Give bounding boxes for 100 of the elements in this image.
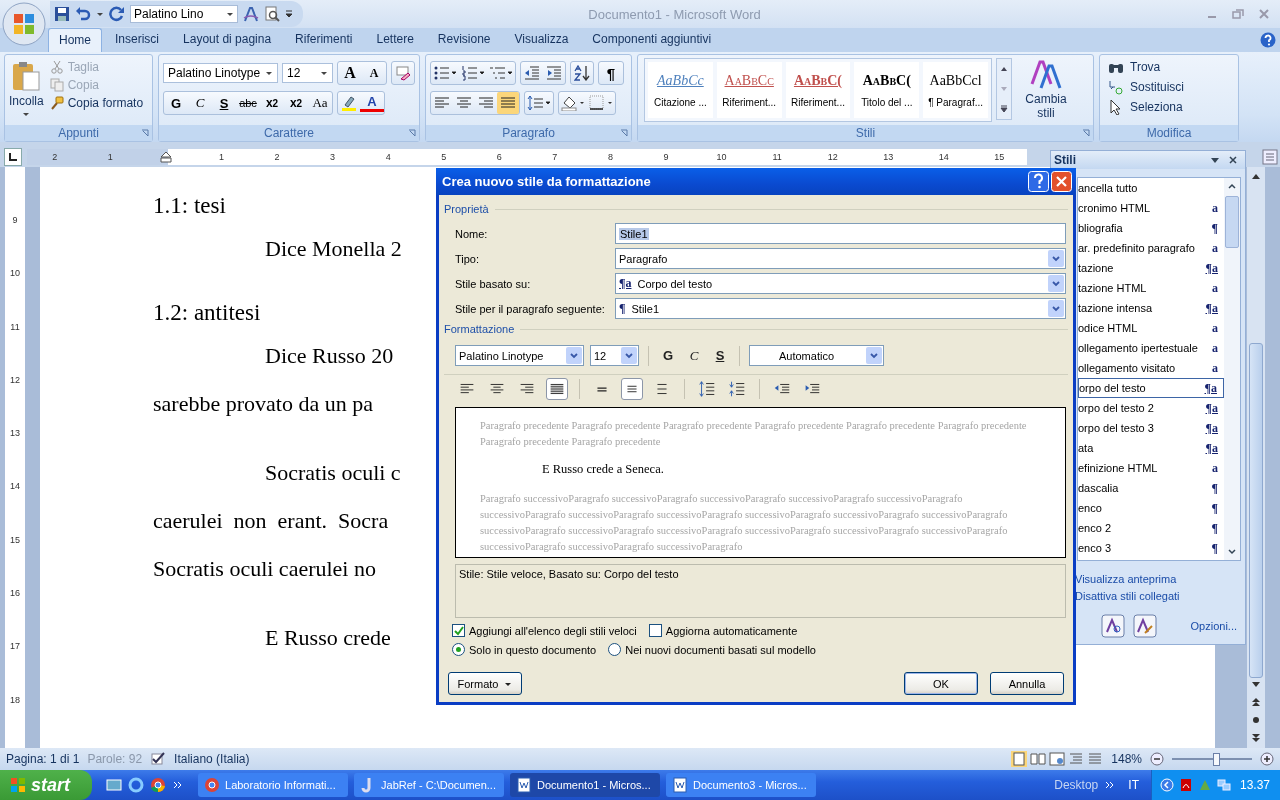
style-list-item[interactable]: cronimo HTML a [1078, 198, 1224, 218]
cancel-button[interactable]: Annulla [990, 672, 1064, 695]
next-page-icon[interactable] [1250, 732, 1262, 744]
style-list-item[interactable]: orpo del testo 2 ¶a [1078, 398, 1224, 418]
format-button[interactable]: C [188, 93, 212, 113]
zoom-thumb[interactable] [1213, 752, 1220, 766]
style-list-item[interactable]: enco 3 ¶ [1078, 538, 1224, 558]
color-dropdown[interactable]: Automatico [749, 345, 884, 366]
help-icon[interactable] [1028, 171, 1049, 192]
style-list-item[interactable]: dascalia ¶ [1078, 478, 1224, 498]
style-list-item[interactable]: tazione HTML a [1078, 278, 1224, 298]
gallery-scrollbar[interactable] [996, 58, 1012, 120]
radio-option[interactable]: Solo in questo documento [452, 643, 597, 656]
ribbon-tab[interactable]: Layout di pagina [172, 28, 283, 52]
quick-style-item[interactable]: AaBbCc Citazione ... [648, 62, 713, 118]
list-scrollbar[interactable] [1224, 178, 1240, 560]
page-count[interactable]: Pagina: 1 di 1 [6, 752, 80, 766]
dialog-launcher-icon[interactable] [408, 129, 416, 137]
dropdown-field[interactable]: ¶ Stile1 [615, 298, 1066, 319]
zoom-in-icon[interactable] [1260, 752, 1274, 766]
expand-tray-icon[interactable] [1159, 778, 1174, 792]
options-link[interactable]: Opzioni... [1190, 620, 1237, 632]
ribbon-tab[interactable]: Visualizza [503, 28, 580, 52]
radio-button[interactable] [452, 643, 465, 656]
style-list-item[interactable]: orpo del testo 3 ¶a [1078, 418, 1224, 438]
save-icon[interactable] [54, 6, 70, 22]
indent-marker-icon[interactable] [159, 151, 172, 163]
ribbon-tab[interactable]: Componenti aggiuntivi [581, 28, 723, 52]
name-input-field[interactable]: Stile1 [615, 223, 1066, 244]
web-layout-icon[interactable] [1049, 751, 1066, 767]
dialog-launcher-icon[interactable] [141, 129, 149, 137]
style-list-item[interactable]: ancella tutto [1078, 178, 1224, 198]
chrome-like-icon[interactable] [150, 777, 166, 793]
customize-icon[interactable] [285, 10, 293, 18]
close-icon[interactable] [1229, 156, 1237, 164]
line-spacing-icon[interactable] [621, 378, 643, 400]
style-list-item[interactable]: odice HTML a [1078, 318, 1224, 338]
dialog-launcher-icon[interactable] [620, 129, 628, 137]
taskbar-button[interactable]: Documento3 - Micros... [666, 773, 816, 797]
expand-gallery-icon[interactable] [1000, 105, 1008, 113]
dialog-launcher-icon[interactable] [1082, 129, 1090, 137]
radio-button[interactable] [608, 643, 622, 656]
language-indicator[interactable]: Italiano (Italia) [174, 752, 250, 766]
taskbar-button[interactable]: JabRef - C:\Documen... [354, 773, 504, 797]
vertical-scrollbar[interactable] [1247, 167, 1265, 748]
format-button[interactable]: C [684, 347, 704, 364]
dropdown-field[interactable]: Paragrafo [615, 248, 1066, 269]
show-desktop-icon[interactable] [106, 777, 122, 793]
ok-button[interactable]: OK [904, 672, 978, 695]
proofing-check-icon[interactable] [150, 751, 167, 767]
ribbon-tab[interactable]: Lettere [365, 28, 425, 52]
format-button[interactable]: abc [236, 93, 260, 113]
style-list-item[interactable]: ata ¶a [1078, 438, 1224, 458]
format-button[interactable]: S [212, 93, 236, 113]
checkbox[interactable] [452, 624, 465, 637]
dropdown-field[interactable]: ¶a Corpo del testo [615, 273, 1066, 294]
format-button[interactable]: G [164, 93, 188, 113]
caret-icon[interactable] [96, 10, 104, 18]
chevron-icon[interactable] [172, 779, 184, 791]
pane-option[interactable]: Visualizza anteprima [1075, 573, 1245, 585]
quick-style-item[interactable]: AaBbCc Riferiment... [716, 62, 782, 118]
pdf-icon[interactable] [1178, 778, 1193, 792]
style-list-item[interactable]: ollegamento ipertestuale a [1078, 338, 1224, 358]
editing-action[interactable]: Seleziona [1108, 99, 1230, 115]
style-list-item[interactable]: enco 2 ¶ [1078, 518, 1224, 538]
help-icon[interactable] [1260, 32, 1276, 48]
browser-e-icon[interactable] [128, 777, 144, 793]
font-dropdown[interactable]: Palatino Lino [130, 5, 238, 23]
radio-option[interactable]: Nei nuovi documenti basati sul modello [608, 643, 816, 656]
quick-style-item[interactable]: AaBbCcl ¶ Paragraf... [923, 62, 988, 118]
quick-style-item[interactable]: AaBbC( Titolo del ... [854, 62, 920, 118]
print-preview-icon[interactable] [264, 6, 280, 22]
network-icon[interactable] [1216, 778, 1231, 792]
format-button[interactable]: Aa [308, 93, 332, 113]
scroll-up-icon[interactable] [1000, 65, 1008, 73]
ribbon-tab[interactable]: Revisione [426, 28, 502, 52]
style-inspector-icon[interactable] [1101, 614, 1125, 638]
checkbox-option[interactable]: Aggiungi all'elenco degli stili veloci [452, 624, 637, 637]
style-list-item[interactable]: tazione intensa ¶a [1078, 298, 1224, 318]
input-language[interactable]: IT [1122, 778, 1145, 792]
zoom-out-icon[interactable] [1150, 752, 1164, 766]
style-list-item[interactable]: orpo del testo ¶a [1078, 378, 1224, 398]
shrink-font-button[interactable]: A [362, 63, 386, 83]
font-dropdown[interactable]: Palatino Linotype [455, 345, 584, 366]
pane-menu-icon[interactable] [1211, 156, 1219, 164]
format-button[interactable]: S [710, 348, 730, 363]
style-list-item[interactable]: bliografia ¶ [1078, 218, 1224, 238]
previous-page-icon[interactable] [1250, 696, 1262, 708]
manage-styles-icon[interactable] [1133, 614, 1157, 638]
reading-layout-icon[interactable] [1030, 751, 1047, 767]
show-marks-button[interactable]: ¶ [599, 63, 623, 83]
style-list-item[interactable]: tazione ¶a [1078, 258, 1224, 278]
font-size-field[interactable]: 12 [282, 63, 333, 83]
checkbox[interactable] [648, 624, 662, 637]
checkbox-option[interactable]: Aggiorna automaticamente [648, 624, 798, 637]
tab-selector-button[interactable] [4, 148, 22, 166]
desktop-toolbar-label[interactable]: Desktop [1054, 778, 1099, 792]
scroll-thumb[interactable] [1249, 343, 1263, 678]
print-layout-icon[interactable] [1011, 751, 1028, 767]
style-list-item[interactable]: ollegamento visitato a [1078, 358, 1224, 378]
